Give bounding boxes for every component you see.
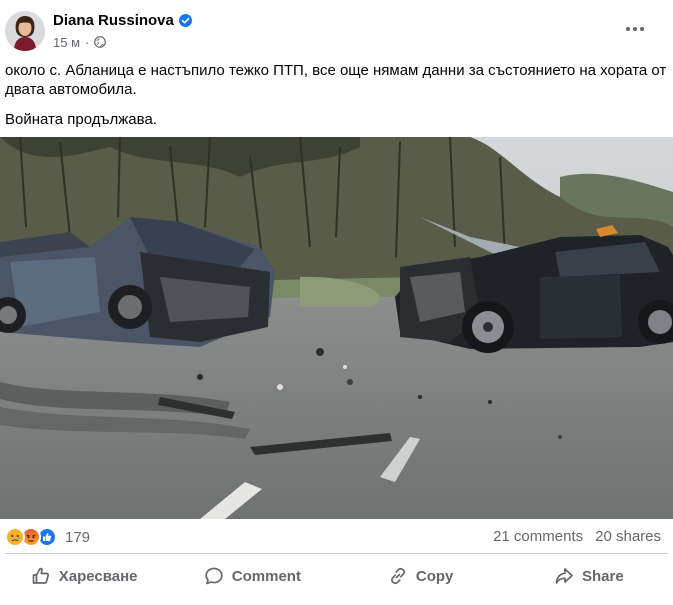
divider (5, 553, 668, 554)
link-icon (390, 567, 405, 585)
author-avatar[interactable] (5, 11, 45, 51)
sad-reaction-icon (5, 527, 25, 547)
share-button[interactable]: Share (505, 555, 673, 597)
post-text-paragraph: около с. Абланица е настъпило тежко ПТП,… (5, 62, 667, 98)
thumbs-up-icon (32, 567, 49, 584)
share-label: Share (582, 567, 624, 585)
comment-icon (205, 567, 223, 585)
share-icon (555, 568, 573, 584)
post-photo[interactable] (0, 137, 673, 519)
facebook-post: Diana Russinova 15 м · около с. Абланица… (0, 0, 673, 605)
post-text-paragraph: Войната продължава. (5, 111, 157, 128)
copy-button[interactable]: Copy (337, 555, 505, 597)
shares-count[interactable]: 20 shares (595, 528, 661, 545)
post-stats: 179 21 comments 20 shares (0, 519, 673, 555)
post-timestamp[interactable]: 15 м (53, 35, 80, 50)
post-header: Diana Russinova 15 м · (0, 0, 673, 58)
author-name[interactable]: Diana Russinova (53, 12, 174, 29)
post-text: около с. Абланица е настъпило тежко ПТП,… (5, 61, 667, 140)
like-button[interactable]: Харесване (0, 555, 168, 597)
more-options-icon[interactable] (623, 17, 647, 41)
copy-label: Copy (415, 567, 454, 585)
comment-button[interactable]: Comment (168, 555, 336, 597)
reactions-summary[interactable]: 179 (5, 527, 90, 547)
comments-count[interactable]: 21 comments (493, 528, 583, 545)
globe-icon (94, 36, 107, 48)
reaction-count[interactable]: 179 (65, 529, 90, 546)
verified-badge-icon (178, 13, 192, 27)
meta-separator: · (85, 34, 90, 50)
comment-label: Comment (231, 567, 301, 585)
like-label: Харесване (58, 567, 138, 585)
action-bar: Харесване Comment Copy Share (0, 555, 673, 597)
